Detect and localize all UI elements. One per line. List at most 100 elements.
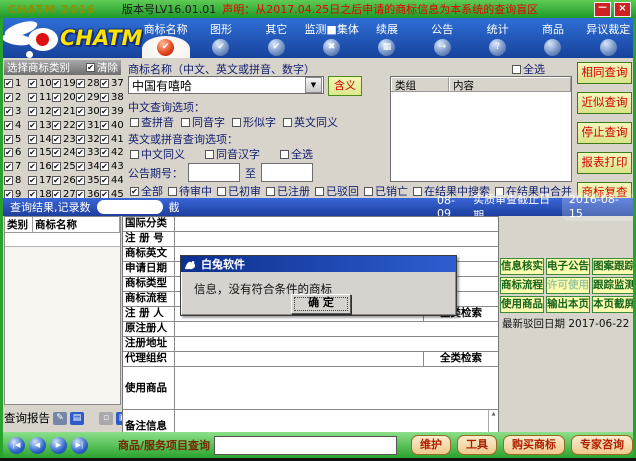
category-checkbox[interactable] (4, 107, 13, 116)
category-checkbox[interactable] (52, 162, 61, 171)
select-all-checkbox[interactable] (512, 65, 521, 74)
action-button[interactable]: 本页截屏 (592, 296, 636, 313)
meaning-button[interactable]: 含义 (328, 76, 362, 96)
category-checkbox[interactable] (4, 93, 13, 102)
toolbar-tab[interactable]: 监测■集体 ✖ (304, 18, 359, 58)
minimize-button[interactable]: － (594, 2, 611, 17)
report-icon[interactable]: ▫ (99, 412, 113, 425)
goods-value[interactable] (175, 367, 498, 409)
category-checkbox[interactable] (4, 79, 13, 88)
query-button[interactable]: 停止查询 (577, 122, 632, 144)
dialog-title-bar[interactable]: 白兔软件 (181, 256, 456, 272)
bottom-button[interactable]: 专家咨询 (571, 435, 633, 455)
category-checkbox[interactable] (76, 162, 85, 171)
category-checkbox[interactable] (4, 135, 13, 144)
full-class-search[interactable]: 全类检索 (423, 352, 498, 366)
category-checkbox[interactable] (4, 176, 13, 185)
category-checkbox[interactable] (76, 121, 85, 130)
toolbar-tab[interactable]: 商标名称 ✔ (138, 18, 193, 58)
category-checkbox[interactable] (52, 176, 61, 185)
category-checkbox[interactable] (76, 148, 85, 157)
category-checkbox[interactable] (4, 148, 13, 157)
category-checkbox[interactable] (4, 162, 13, 171)
option-checkbox[interactable] (130, 118, 139, 127)
toolbar-tab[interactable]: 图形 ✔ (193, 18, 248, 58)
category-checkbox[interactable] (52, 93, 61, 102)
action-button[interactable]: 许可使用 (546, 277, 590, 294)
action-button[interactable]: 输出本页 (546, 296, 590, 313)
ok-button[interactable]: 确 定 (291, 294, 351, 314)
category-checkbox[interactable] (100, 107, 109, 116)
option-checkbox[interactable] (130, 150, 139, 159)
action-button[interactable]: 跟踪监测 (592, 277, 636, 294)
status-checkbox[interactable] (315, 187, 324, 196)
category-checkbox[interactable] (76, 135, 85, 144)
toolbar-tab[interactable]: 异议裁定 (581, 18, 636, 58)
category-checkbox[interactable] (100, 176, 109, 185)
category-checkbox[interactable] (52, 148, 61, 157)
category-checkbox[interactable] (100, 121, 109, 130)
category-checkbox[interactable] (4, 121, 13, 130)
toolbar-tab[interactable]: 公告 → (415, 18, 470, 58)
class-group-list[interactable]: 类组 内容 (390, 76, 572, 182)
category-checkbox[interactable] (28, 176, 37, 185)
nav-arrow-icon[interactable]: |◀ (8, 437, 25, 454)
nav-arrow-icon[interactable]: ▶| (71, 437, 88, 454)
full-class-search[interactable] (423, 322, 498, 336)
results-count-input[interactable] (97, 200, 163, 214)
goods-search-input[interactable] (214, 436, 397, 455)
bottom-button[interactable]: 维护 (411, 435, 451, 455)
bottom-button[interactable]: 工具 (457, 435, 497, 455)
full-class-search[interactable] (423, 337, 498, 351)
combobox-dropdown-icon[interactable]: ▼ (305, 77, 322, 93)
action-button[interactable]: 图案跟踪 (592, 258, 636, 275)
query-button[interactable]: 近似查询 (577, 92, 632, 114)
bottom-button[interactable]: 购买商标 (503, 435, 565, 455)
nav-arrow-icon[interactable]: ▶ (50, 437, 67, 454)
results-table[interactable]: 类别 商标名称 (4, 216, 121, 405)
action-button[interactable]: 信息核实 (500, 258, 544, 275)
category-checkbox[interactable] (100, 135, 109, 144)
action-button[interactable]: 商标流程 (500, 277, 544, 294)
status-checkbox[interactable] (168, 187, 177, 196)
category-checkbox[interactable] (76, 93, 85, 102)
category-checkbox[interactable] (28, 121, 37, 130)
toolbar-tab[interactable]: 商品 (525, 18, 580, 58)
category-checkbox[interactable] (52, 107, 61, 116)
category-checkbox[interactable] (100, 93, 109, 102)
category-checkbox[interactable] (76, 79, 85, 88)
option-checkbox[interactable] (181, 118, 190, 127)
category-checkbox[interactable] (100, 148, 109, 157)
category-checkbox[interactable] (28, 93, 37, 102)
toolbar-tab[interactable]: 统计 ? (470, 18, 525, 58)
category-checkbox[interactable] (28, 162, 37, 171)
action-button[interactable]: 使用商品 (500, 296, 544, 313)
gazette-to-input[interactable] (261, 163, 313, 182)
action-button[interactable]: 电子公告 (546, 258, 590, 275)
status-checkbox[interactable] (266, 187, 275, 196)
query-button[interactable]: 报表打印 (577, 152, 632, 174)
category-checkbox[interactable] (28, 135, 37, 144)
status-checkbox[interactable] (364, 187, 373, 196)
trademark-name-input[interactable] (129, 78, 305, 92)
category-checkbox[interactable] (100, 79, 109, 88)
category-checkbox[interactable] (28, 107, 37, 116)
category-checkbox[interactable] (52, 79, 61, 88)
query-button[interactable]: 相同查询 (577, 62, 632, 84)
option-checkbox[interactable] (205, 150, 214, 159)
report-icon[interactable]: ✎ (53, 412, 67, 425)
option-checkbox[interactable] (283, 118, 292, 127)
report-icon[interactable]: ▤ (70, 412, 84, 425)
clear-checkbox[interactable] (86, 63, 95, 72)
category-checkbox[interactable] (52, 135, 61, 144)
toolbar-tab[interactable]: 续展 ▦ (359, 18, 414, 58)
toolbar-tab[interactable]: 其它 ✔ (249, 18, 304, 58)
category-checkbox[interactable] (28, 148, 37, 157)
status-checkbox[interactable] (130, 187, 139, 196)
category-checkbox[interactable] (76, 107, 85, 116)
nav-arrow-icon[interactable]: ◀ (29, 437, 46, 454)
category-checkbox[interactable] (28, 79, 37, 88)
option-checkbox[interactable] (280, 150, 289, 159)
category-checkbox[interactable] (100, 162, 109, 171)
category-checkbox[interactable] (76, 176, 85, 185)
